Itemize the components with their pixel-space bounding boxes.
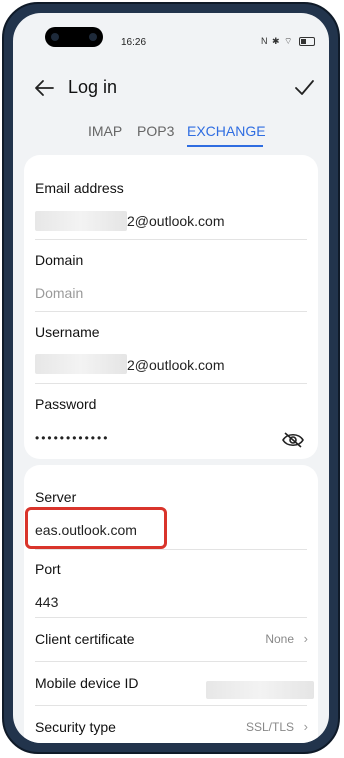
security-type-label: Security type — [35, 719, 116, 735]
server-card: Server eas.outlook.com Port 443 Client c… — [24, 465, 318, 743]
mobile-device-id-label: Mobile device ID — [35, 675, 139, 691]
port-label: Port — [35, 561, 61, 577]
divider — [35, 661, 307, 662]
battery-icon — [299, 37, 315, 47]
username-field[interactable]: 2@outlook.com — [127, 357, 224, 373]
active-tab-indicator — [187, 145, 263, 147]
email-label: Email address — [35, 180, 124, 196]
page-title: Log in — [68, 77, 118, 97]
server-highlight-box — [25, 507, 167, 549]
password-field[interactable]: •••••••••••• — [35, 431, 109, 445]
status-time: 16:26 — [121, 37, 147, 48]
divider — [35, 311, 307, 312]
chevron-right-icon: › — [303, 719, 308, 734]
tab-imap[interactable]: IMAP — [88, 123, 122, 139]
username-label: Username — [35, 324, 100, 340]
confirm-check-icon[interactable] — [293, 77, 315, 99]
divider — [35, 705, 307, 706]
screen: 16:26 N ✱ ⌔ Log in IMAP POP3 EXCHANGE Em… — [13, 13, 329, 743]
port-field[interactable]: 443 — [35, 594, 58, 610]
client-certificate-label: Client certificate — [35, 631, 135, 647]
app-header: Log in — [13, 69, 329, 105]
status-icons-text: N ✱ ⌔ — [260, 36, 294, 46]
client-certificate-value: None — [265, 632, 294, 646]
divider — [35, 549, 307, 550]
chevron-right-icon: › — [303, 631, 308, 646]
tab-exchange[interactable]: EXCHANGE — [187, 123, 266, 139]
hide-password-eye-icon[interactable] — [282, 431, 304, 449]
device-id-redaction — [206, 681, 314, 699]
password-label: Password — [35, 396, 97, 412]
domain-label: Domain — [35, 252, 84, 268]
server-label: Server — [35, 489, 77, 505]
status-icons: N ✱ ⌔ — [261, 36, 315, 47]
front-camera-icon — [89, 33, 97, 41]
email-redaction — [35, 211, 127, 231]
domain-field[interactable]: Domain — [35, 285, 83, 301]
protocol-tabs: IMAP POP3 EXCHANGE — [13, 123, 329, 153]
email-field[interactable]: 2@outlook.com — [127, 213, 224, 229]
camera-cutout — [45, 27, 103, 47]
divider — [35, 239, 307, 240]
back-arrow-icon[interactable] — [33, 77, 55, 99]
divider — [35, 617, 307, 618]
front-camera-icon — [51, 33, 59, 41]
divider — [35, 383, 307, 384]
username-redaction — [35, 354, 127, 374]
phone-frame: 16:26 N ✱ ⌔ Log in IMAP POP3 EXCHANGE Em… — [2, 2, 340, 754]
status-bar: 16:26 N ✱ ⌔ — [13, 13, 329, 49]
account-card: Email address 2@outlook.com Domain Domai… — [24, 155, 318, 459]
security-type-value: SSL/TLS — [245, 720, 294, 734]
tab-pop3[interactable]: POP3 — [137, 123, 174, 139]
